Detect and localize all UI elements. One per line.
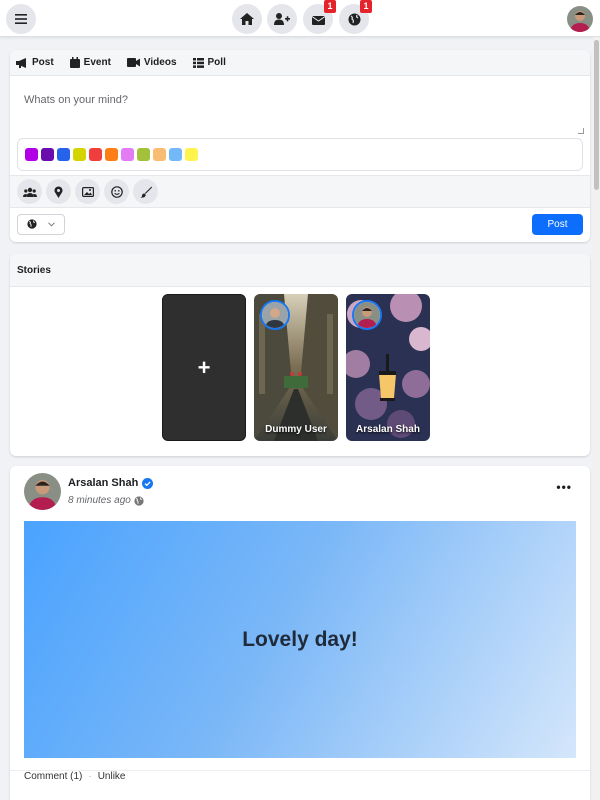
story-arsalan-shah[interactable]: Arsalan Shah xyxy=(346,294,430,441)
unlike-link[interactable]: Unlike xyxy=(98,771,126,782)
megaphone-icon xyxy=(16,57,26,68)
poll-icon xyxy=(192,57,204,68)
messages-badge: 1 xyxy=(324,0,336,13)
hamburger-icon xyxy=(15,14,27,24)
top-bar: 1 1 xyxy=(0,0,600,37)
avatar-photo xyxy=(567,6,593,32)
color-swatch[interactable] xyxy=(25,148,38,161)
tab-post[interactable]: Post xyxy=(16,57,54,68)
add-story-button[interactable]: + xyxy=(162,294,246,441)
video-icon xyxy=(126,58,140,67)
image-icon xyxy=(81,186,94,197)
menu-button[interactable] xyxy=(6,4,36,34)
post-textarea[interactable]: Whats on your mind? xyxy=(10,76,590,138)
location-button[interactable] xyxy=(46,179,71,204)
tab-videos[interactable]: Videos xyxy=(126,57,177,68)
color-swatch[interactable] xyxy=(169,148,182,161)
globe-icon xyxy=(27,219,37,229)
composer-card: Post Event Videos Poll Whats on your min… xyxy=(10,50,590,242)
notifications-button[interactable]: 1 xyxy=(339,0,372,34)
stories-title: Stories xyxy=(10,254,590,287)
tab-post-label: Post xyxy=(32,57,54,68)
color-swatch[interactable] xyxy=(41,148,54,161)
color-swatch[interactable] xyxy=(121,148,134,161)
tab-poll-label: Poll xyxy=(207,57,226,68)
color-swatch[interactable] xyxy=(89,148,102,161)
image-button[interactable] xyxy=(75,179,100,204)
story-avatar xyxy=(352,300,382,330)
add-friend-icon xyxy=(274,13,290,25)
post-actions: Comment (1) · Unlike xyxy=(24,771,126,782)
chevron-down-icon xyxy=(47,221,55,227)
color-swatch[interactable] xyxy=(73,148,86,161)
messages-icon xyxy=(311,15,325,25)
color-swatch[interactable] xyxy=(105,148,118,161)
plus-icon: + xyxy=(197,354,211,380)
story-user-name: Arsalan Shah xyxy=(356,424,420,435)
author-name: Arsalan Shah xyxy=(68,477,139,489)
story-dummy-user[interactable]: Dummy User xyxy=(254,294,338,441)
add-friend-button[interactable] xyxy=(267,4,297,34)
color-swatch[interactable] xyxy=(137,148,150,161)
post-timestamp: 8 minutes ago xyxy=(68,495,144,506)
messages-button[interactable]: 1 xyxy=(303,0,336,34)
post-button[interactable]: Post xyxy=(532,213,583,235)
post-author[interactable]: Arsalan Shah xyxy=(68,477,154,489)
composer-footer: Post xyxy=(10,208,590,240)
post-text: Lovely day! xyxy=(242,627,358,651)
feeling-button[interactable] xyxy=(104,179,129,204)
separator-dot: · xyxy=(88,771,92,782)
tab-videos-label: Videos xyxy=(143,57,177,68)
location-icon xyxy=(54,185,63,198)
stories-card: Stories + Dummy User Arsalan Shah xyxy=(10,254,590,456)
composer-tabs: Post Event Videos Poll xyxy=(10,50,590,76)
notifications-badge: 1 xyxy=(360,0,372,13)
home-button[interactable] xyxy=(232,4,262,34)
globe-icon xyxy=(134,495,144,506)
group-icon xyxy=(22,187,37,197)
feed-post: Arsalan Shah 8 minutes ago ••• Lovely da… xyxy=(10,466,590,800)
tab-event-label: Event xyxy=(83,57,111,68)
calendar-icon xyxy=(69,57,80,68)
home-icon xyxy=(240,13,254,25)
verified-icon xyxy=(142,477,154,489)
post-banner: Lovely day! xyxy=(24,521,576,758)
brush-icon xyxy=(140,186,152,198)
color-swatch[interactable] xyxy=(57,148,70,161)
resize-handle[interactable] xyxy=(578,128,584,134)
smile-icon xyxy=(110,185,123,198)
color-swatch[interactable] xyxy=(153,148,166,161)
privacy-select[interactable] xyxy=(17,213,65,235)
author-avatar[interactable] xyxy=(24,473,61,510)
comment-link[interactable]: Comment (1) xyxy=(24,771,82,782)
color-swatch[interactable] xyxy=(185,148,198,161)
post-time: 8 minutes ago xyxy=(68,495,131,506)
globe-icon xyxy=(348,13,360,25)
user-avatar[interactable] xyxy=(567,6,593,32)
composer-tools xyxy=(10,175,590,208)
tab-event[interactable]: Event xyxy=(69,57,111,68)
story-user-name: Dummy User xyxy=(265,424,327,435)
more-options-button[interactable]: ••• xyxy=(556,480,572,494)
tab-poll[interactable]: Poll xyxy=(192,57,226,68)
scrollbar-thumb[interactable] xyxy=(594,40,599,190)
story-avatar xyxy=(260,300,290,330)
tag-people-button[interactable] xyxy=(17,179,42,204)
background-color-picker xyxy=(17,138,583,171)
brush-button[interactable] xyxy=(133,179,158,204)
post-placeholder: Whats on your mind? xyxy=(24,94,128,106)
